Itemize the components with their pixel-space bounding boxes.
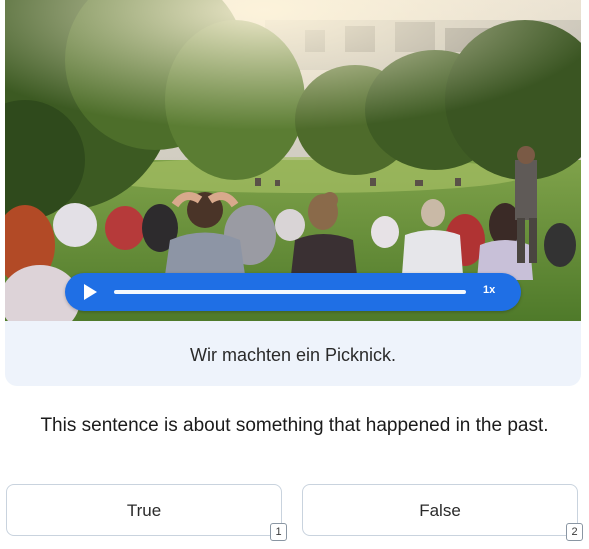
- shortcut-key-badge: 1: [270, 523, 287, 541]
- true-button-label: True: [126, 501, 162, 520]
- true-button[interactable]: True 1: [6, 484, 287, 541]
- false-button-label: False: [419, 501, 461, 520]
- play-button[interactable]: [81, 283, 99, 301]
- playback-speed-button[interactable]: 1x: [483, 284, 495, 296]
- question-prompt: This sentence is about something that ha…: [40, 415, 549, 436]
- false-button[interactable]: False 2: [302, 484, 583, 541]
- sentence-text: Wir machten ein Picknick.: [189, 345, 397, 365]
- audio-player: 1x: [65, 273, 521, 311]
- audio-progress-bar[interactable]: [114, 290, 466, 294]
- exercise-card: 1x Wir machten ein Picknick.: [5, 0, 581, 386]
- play-icon: [84, 284, 97, 300]
- shortcut-key-badge: 2: [566, 523, 583, 541]
